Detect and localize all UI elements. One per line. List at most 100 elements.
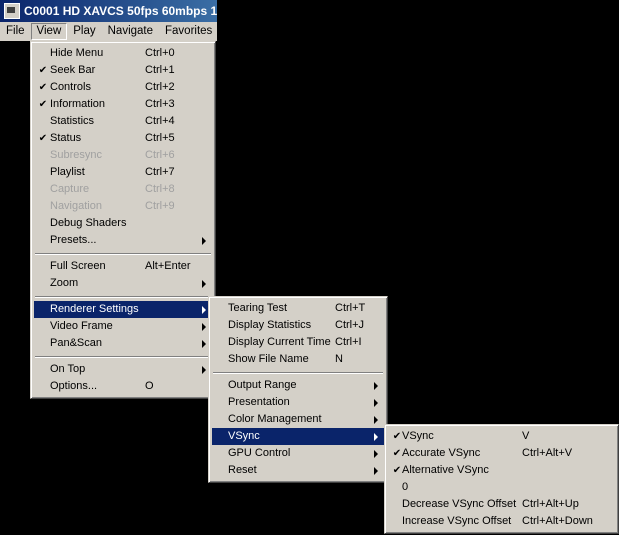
menu-item-increase-vsync-offset[interactable]: Increase VSync Offset Ctrl+Alt+Down (388, 513, 615, 530)
menu-item-label: Statistics (50, 115, 95, 127)
menu-item-zoom[interactable]: Zoom (34, 275, 212, 292)
menu-view[interactable]: View (30, 23, 68, 40)
menu-item-accurate-vsync[interactable]: ✔ Accurate VSync Ctrl+Alt+V (388, 445, 615, 462)
menu-item-gpu-control[interactable]: GPU Control (212, 445, 384, 462)
menu-item-pan-scan[interactable]: Pan&Scan (34, 335, 212, 352)
menu-navigate[interactable]: Navigate (102, 23, 159, 40)
menu-file[interactable]: File (0, 23, 31, 40)
menu-item-playlist[interactable]: Playlist Ctrl+7 (34, 164, 212, 181)
submenu-arrow-icon (202, 237, 206, 245)
menu-separator (34, 352, 212, 361)
submenu-arrow-icon (202, 366, 206, 374)
menu-bar: File View Play Navigate Favorites (0, 22, 217, 41)
menu-item-options[interactable]: Options... O (34, 378, 212, 395)
menu-item-shortcut: Ctrl+3 (145, 98, 175, 110)
menu-item-statistics[interactable]: Statistics Ctrl+4 (34, 113, 212, 130)
menu-item-label: Playlist (50, 166, 85, 178)
menu-item-renderer-settings[interactable]: Renderer Settings (34, 301, 212, 318)
menu-item-vsync[interactable]: VSync (212, 428, 384, 445)
menu-item-shortcut: Ctrl+Alt+Down (522, 515, 593, 527)
submenu-arrow-icon (202, 306, 206, 314)
menu-item-label: Navigation (50, 200, 102, 212)
menu-item-vsync-toggle[interactable]: ✔ VSync V (388, 428, 615, 445)
menu-item-on-top[interactable]: On Top (34, 361, 212, 378)
menu-item-information[interactable]: ✔ Information Ctrl+3 (34, 96, 212, 113)
menu-item-full-screen[interactable]: Full Screen Alt+Enter (34, 258, 212, 275)
menu-item-shortcut: Ctrl+8 (145, 183, 175, 195)
checkmark-icon: ✔ (392, 448, 402, 459)
menu-item-label: Options... (50, 380, 98, 392)
menu-item-shortcut: Ctrl+9 (145, 200, 175, 212)
menu-item-shortcut: Ctrl+7 (145, 166, 175, 178)
menu-item-seek-bar[interactable]: ✔ Seek Bar Ctrl+1 (34, 62, 212, 79)
menu-item-label: VSync (228, 430, 260, 442)
menu-favorites[interactable]: Favorites (159, 23, 218, 40)
submenu-arrow-icon (202, 280, 206, 288)
menu-item-debug-shaders[interactable]: Debug Shaders (34, 215, 212, 232)
app-icon[interactable] (4, 3, 20, 19)
checkmark-icon: ✔ (392, 431, 402, 442)
menu-item-shortcut: Ctrl+J (335, 319, 365, 331)
menu-play[interactable]: Play (67, 23, 101, 40)
menu-item-subresync: Subresync Ctrl+6 (34, 147, 212, 164)
menu-item-label: Controls (50, 81, 91, 93)
menu-item-shortcut: N (335, 353, 343, 365)
menu-item-show-file-name[interactable]: Show File Name N (212, 351, 384, 368)
submenu-arrow-icon (374, 399, 378, 407)
checkmark-icon: ✔ (38, 65, 48, 76)
menu-item-shortcut: Ctrl+Alt+V (522, 447, 573, 459)
menu-item-label: Alternative VSync (402, 464, 489, 476)
menu-item-label: On Top (50, 363, 86, 375)
menu-item-label: 0 (402, 481, 409, 493)
submenu-arrow-icon (202, 323, 206, 331)
menu-item-color-management[interactable]: Color Management (212, 411, 384, 428)
menu-item-video-frame[interactable]: Video Frame (34, 318, 212, 335)
menu-item-label: Show File Name (228, 353, 309, 365)
menu-item-presets[interactable]: Presets... (34, 232, 212, 249)
menu-item-label: Video Frame (50, 320, 113, 332)
menu-separator (34, 249, 212, 258)
view-menu: Hide Menu Ctrl+0 ✔ Seek Bar Ctrl+1 ✔ Con… (30, 41, 216, 399)
menu-item-shortcut: Alt+Enter (145, 260, 191, 272)
menu-item-presentation[interactable]: Presentation (212, 394, 384, 411)
menu-item-label: Renderer Settings (50, 303, 139, 315)
menu-item-status[interactable]: ✔ Status Ctrl+5 (34, 130, 212, 147)
menu-item-label: Pan&Scan (50, 337, 102, 349)
menu-item-shortcut: Ctrl+I (335, 336, 362, 348)
menu-item-tearing-test[interactable]: Tearing Test Ctrl+T (212, 300, 384, 317)
menu-item-label: Hide Menu (50, 47, 104, 59)
menu-item-reset[interactable]: Reset (212, 462, 384, 479)
menu-item-label: Presentation (228, 396, 290, 408)
menu-separator (34, 292, 212, 301)
menu-item-shortcut: V (522, 430, 530, 442)
menu-item-label: Display Statistics (228, 319, 312, 331)
menu-item-decrease-vsync-offset[interactable]: Decrease VSync Offset Ctrl+Alt+Up (388, 496, 615, 513)
submenu-arrow-icon (374, 467, 378, 475)
menu-item-label: Status (50, 132, 82, 144)
menu-item-navigation: Navigation Ctrl+9 (34, 198, 212, 215)
menu-item-display-current-time[interactable]: Display Current Time Ctrl+I (212, 334, 384, 351)
menu-item-output-range[interactable]: Output Range (212, 377, 384, 394)
checkmark-icon: ✔ (38, 133, 48, 144)
menu-item-label: Decrease VSync Offset (402, 498, 517, 510)
menu-item-display-statistics[interactable]: Display Statistics Ctrl+J (212, 317, 384, 334)
menu-item-controls[interactable]: ✔ Controls Ctrl+2 (34, 79, 212, 96)
submenu-arrow-icon (374, 450, 378, 458)
menu-item-shortcut: Ctrl+5 (145, 132, 175, 144)
menu-item-label: Capture (50, 183, 90, 195)
menu-item-capture: Capture Ctrl+8 (34, 181, 212, 198)
menu-item-hide-menu[interactable]: Hide Menu Ctrl+0 (34, 45, 212, 62)
submenu-arrow-icon (374, 382, 378, 390)
title-bar: C0001 HD XAVCS 50fps 60mbps 1-5 (0, 0, 217, 22)
menu-item-label: Increase VSync Offset (402, 515, 512, 527)
menu-item-alternative-vsync[interactable]: ✔ Alternative VSync (388, 462, 615, 479)
menu-item-label: Accurate VSync (402, 447, 481, 459)
menu-item-label: Debug Shaders (50, 217, 127, 229)
menu-item-shortcut: Ctrl+0 (145, 47, 175, 59)
menu-item-shortcut: Ctrl+2 (145, 81, 175, 93)
submenu-arrow-icon (374, 433, 378, 441)
menu-item-label: Seek Bar (50, 64, 96, 76)
menu-item-label: Display Current Time (228, 336, 331, 348)
menu-item-label: Reset (228, 464, 257, 476)
menu-item-label: Output Range (228, 379, 297, 391)
